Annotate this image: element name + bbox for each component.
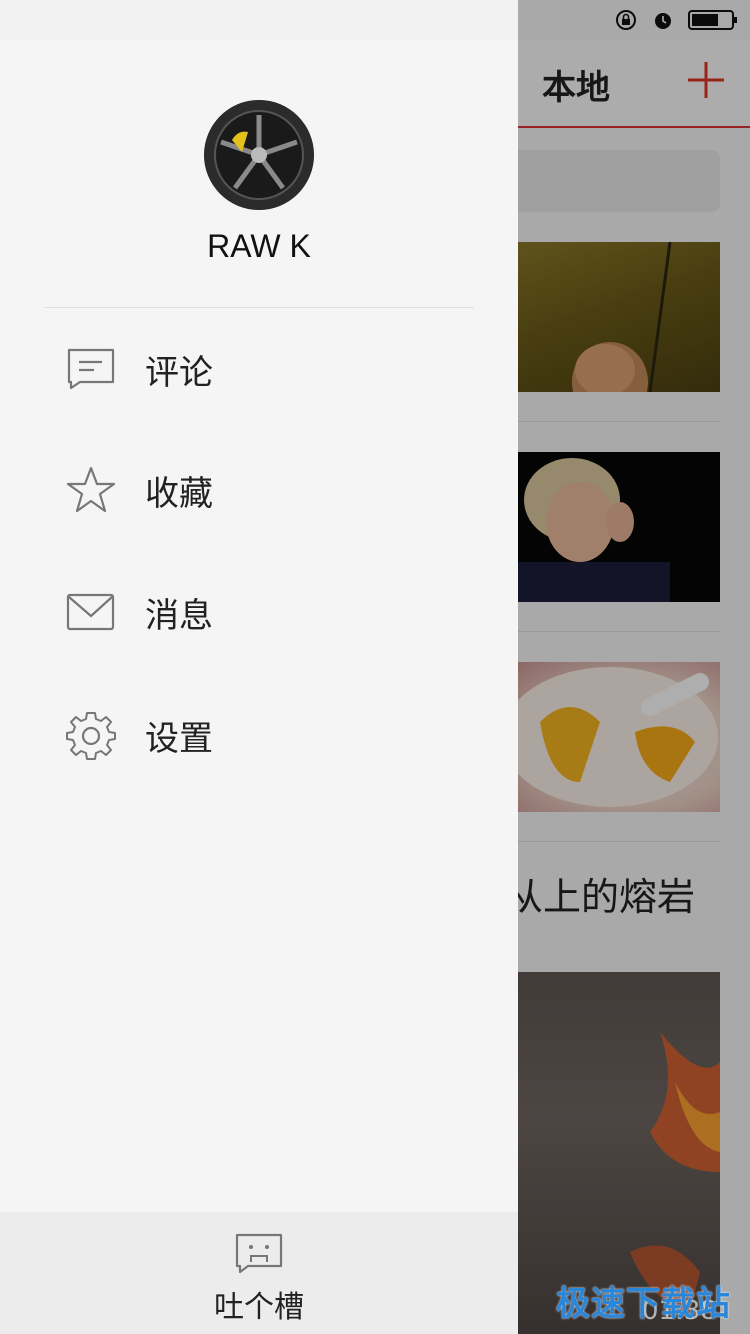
feedback-label: 吐个槽 [214,1290,304,1325]
menu-label: 消息 [145,595,213,636]
user-name[interactable]: RAW K [0,228,518,265]
watermark-logo: 极速下载站 [556,1284,731,1324]
mail-icon [66,587,116,637]
menu-label: 评论 [145,352,213,393]
comment-icon [66,344,116,394]
drawer-divider [44,307,474,308]
gear-icon [66,710,116,760]
menu-item-comments[interactable]: 评论 [0,319,518,419]
menu-item-favorites[interactable]: 收藏 [0,440,518,540]
avatar[interactable] [204,100,314,210]
side-drawer: RAW K 评论 收藏 消息 设置 吐个槽 [0,0,518,1334]
menu-item-settings[interactable]: 设置 [0,685,518,785]
feedback-icon [235,1233,283,1274]
drawer-status-area [0,0,518,40]
menu-label: 收藏 [145,473,213,514]
feedback-button[interactable]: 吐个槽 [0,1212,518,1334]
menu-item-messages[interactable]: 消息 [0,562,518,662]
star-icon [66,465,116,515]
menu-label: 设置 [145,718,213,759]
